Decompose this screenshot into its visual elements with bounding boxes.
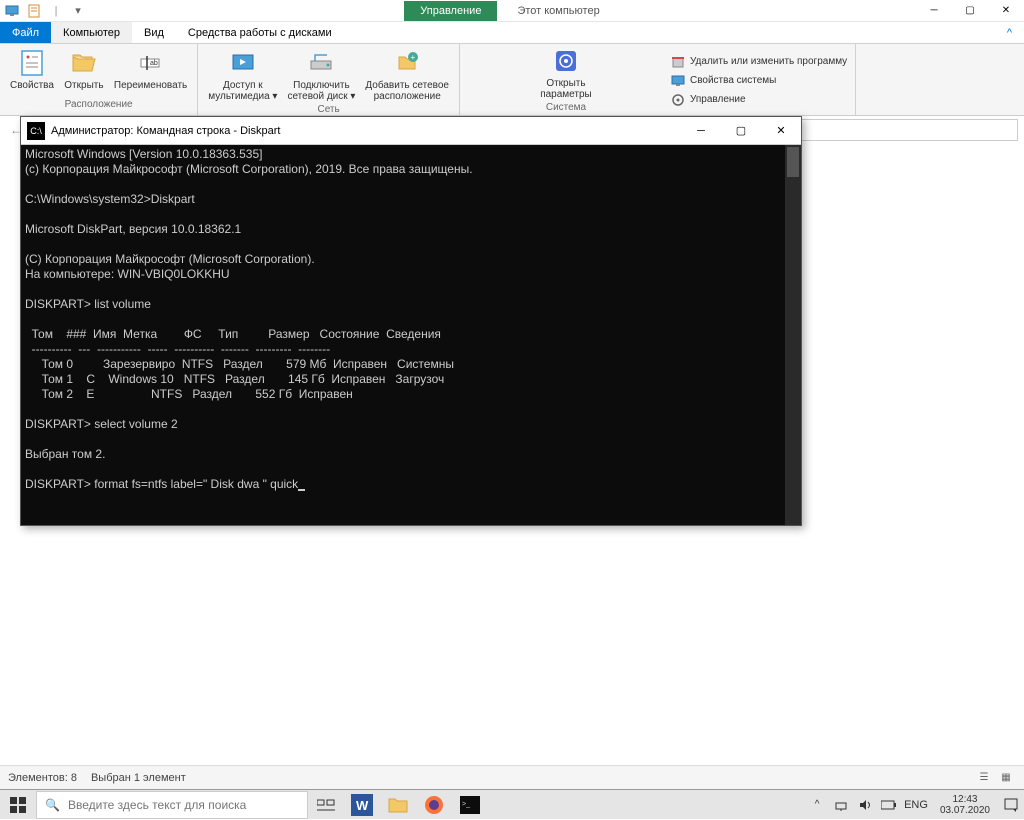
tab-file[interactable]: Файл xyxy=(0,22,51,43)
volume-icon[interactable] xyxy=(856,796,874,814)
maximize-button[interactable]: ▢ xyxy=(952,0,988,22)
titlebar-center: Управление Этот компьютер xyxy=(88,1,916,21)
open-settings-button[interactable]: Открыть параметры xyxy=(536,44,596,102)
cmd-body[interactable]: Microsoft Windows [Version 10.0.18363.53… xyxy=(21,145,801,525)
group-system-label: Система xyxy=(466,102,666,116)
quick-access-toolbar: | ▾ xyxy=(0,1,88,21)
tab-view[interactable]: Вид xyxy=(132,22,176,43)
rename-label: Переименовать xyxy=(114,80,187,91)
firefox-icon[interactable] xyxy=(416,790,452,820)
cmd-minimize-button[interactable]: ─ xyxy=(681,117,721,145)
network-icon[interactable] xyxy=(832,796,850,814)
qat-dropdown-icon[interactable]: ▾ xyxy=(68,1,88,21)
search-icon: 🔍 xyxy=(45,798,60,812)
manage-button[interactable]: Управление xyxy=(668,91,849,109)
settings-icon xyxy=(551,46,581,76)
svg-text:>_: >_ xyxy=(462,801,470,808)
network-drive-icon xyxy=(306,48,336,78)
cmd-titlebar[interactable]: C:\ Администратор: Командная строка - Di… xyxy=(21,117,801,145)
cmd-window: C:\ Администратор: Командная строка - Di… xyxy=(20,116,802,526)
taskbar: 🔍 Введите здесь текст для поиска W >_ ^ … xyxy=(0,789,1024,819)
icons-view-button[interactable]: ▦ xyxy=(996,769,1016,787)
tray-chevron-icon[interactable]: ^ xyxy=(808,796,826,814)
clock-date: 03.07.2020 xyxy=(940,805,990,816)
map-drive-button[interactable]: Подключить сетевой диск ▾ xyxy=(283,46,359,104)
group-network-label: Сеть xyxy=(204,104,453,115)
media-access-label: Доступ к мультимедиа ▾ xyxy=(208,80,277,102)
properties-button[interactable]: Свойства xyxy=(6,46,58,93)
explorer-icon[interactable] xyxy=(380,790,416,820)
uninstall-button[interactable]: Удалить или изменить программу xyxy=(668,53,849,71)
system-props-label: Свойства системы xyxy=(690,75,776,86)
start-button[interactable] xyxy=(0,790,36,820)
cmd-scrollbar[interactable] xyxy=(785,145,801,525)
taskbar-search[interactable]: 🔍 Введите здесь текст для поиска xyxy=(36,791,308,819)
open-button[interactable]: Открыть xyxy=(60,46,108,93)
system-props-button[interactable]: Свойства системы xyxy=(668,72,849,90)
properties-label: Свойства xyxy=(10,80,54,91)
manage-label: Управление xyxy=(690,94,746,105)
media-icon xyxy=(228,48,258,78)
ribbon-collapse-icon[interactable]: ^ xyxy=(995,22,1024,43)
svg-text:ab: ab xyxy=(150,60,158,67)
ribbon-tabs: Файл Компьютер Вид Средства работы с дис… xyxy=(0,22,1024,44)
svg-text:+: + xyxy=(411,53,416,62)
properties-icon xyxy=(17,48,47,78)
windows-icon xyxy=(10,797,26,813)
open-label: Открыть xyxy=(64,80,103,91)
status-selected: Выбран 1 элемент xyxy=(91,772,186,784)
qat-divider-icon: | xyxy=(46,1,66,21)
close-button[interactable]: ✕ xyxy=(988,0,1024,22)
svg-text:W: W xyxy=(356,798,369,813)
word-icon[interactable]: W xyxy=(344,790,380,820)
task-view-button[interactable] xyxy=(308,790,344,820)
group-system: Открыть параметры Система Удалить или из… xyxy=(460,44,856,115)
system-tray: ^ ENG 12:43 03.07.2020 xyxy=(808,794,1024,816)
cmd-title: Администратор: Командная строка - Diskpa… xyxy=(51,125,681,137)
clock-time: 12:43 xyxy=(940,794,990,805)
open-settings-label: Открыть параметры xyxy=(540,78,592,100)
language-indicator[interactable]: ENG xyxy=(904,796,928,814)
tab-disk-tools[interactable]: Средства работы с дисками xyxy=(176,22,344,43)
open-folder-icon xyxy=(69,48,99,78)
window-controls: ─ ▢ ✕ xyxy=(916,0,1024,22)
properties-icon[interactable] xyxy=(24,1,44,21)
computer-icon[interactable] xyxy=(2,1,22,21)
scrollbar-thumb[interactable] xyxy=(787,147,799,177)
cmd-taskbar-icon[interactable]: >_ xyxy=(452,790,488,820)
gear-icon xyxy=(670,92,686,108)
status-elements: Элементов: 8 xyxy=(8,772,77,784)
notifications-icon[interactable] xyxy=(1002,796,1020,814)
rename-icon: ab xyxy=(136,48,166,78)
tab-computer[interactable]: Компьютер xyxy=(51,22,132,43)
cmd-close-button[interactable]: ✕ xyxy=(761,117,801,145)
group-location-label: Расположение xyxy=(6,99,191,113)
search-placeholder-text: Введите здесь текст для поиска xyxy=(68,798,246,812)
map-drive-label: Подключить сетевой диск ▾ xyxy=(287,80,355,102)
minimize-button[interactable]: ─ xyxy=(916,0,952,22)
ribbon-body: Свойства Открыть ab Переименовать Распол… xyxy=(0,44,1024,116)
status-bar: Элементов: 8 Выбран 1 элемент ☰ ▦ xyxy=(0,765,1024,789)
rename-button[interactable]: ab Переименовать xyxy=(110,46,191,93)
uninstall-label: Удалить или изменить программу xyxy=(690,56,847,67)
contextual-tab-manage[interactable]: Управление xyxy=(404,1,497,21)
group-network: Доступ к мультимедиа ▾ Подключить сетево… xyxy=(198,44,460,115)
cmd-icon: C:\ xyxy=(27,122,45,140)
cmd-maximize-button[interactable]: ▢ xyxy=(721,117,761,145)
add-network-label: Добавить сетевое расположение xyxy=(365,80,449,102)
clock[interactable]: 12:43 03.07.2020 xyxy=(934,794,996,816)
monitor-icon xyxy=(670,73,686,89)
group-location: Свойства Открыть ab Переименовать Распол… xyxy=(0,44,198,115)
window-titlebar: | ▾ Управление Этот компьютер ─ ▢ ✕ xyxy=(0,0,1024,22)
media-access-button[interactable]: Доступ к мультимедиа ▾ xyxy=(204,46,281,104)
uninstall-icon xyxy=(670,54,686,70)
cmd-output: Microsoft Windows [Version 10.0.18363.53… xyxy=(25,147,473,491)
add-network-icon: + xyxy=(392,48,422,78)
window-title: Этот компьютер xyxy=(517,5,599,17)
battery-icon[interactable] xyxy=(880,796,898,814)
cursor-icon xyxy=(298,489,305,491)
details-view-button[interactable]: ☰ xyxy=(974,769,994,787)
add-network-button[interactable]: + Добавить сетевое расположение xyxy=(361,46,453,104)
